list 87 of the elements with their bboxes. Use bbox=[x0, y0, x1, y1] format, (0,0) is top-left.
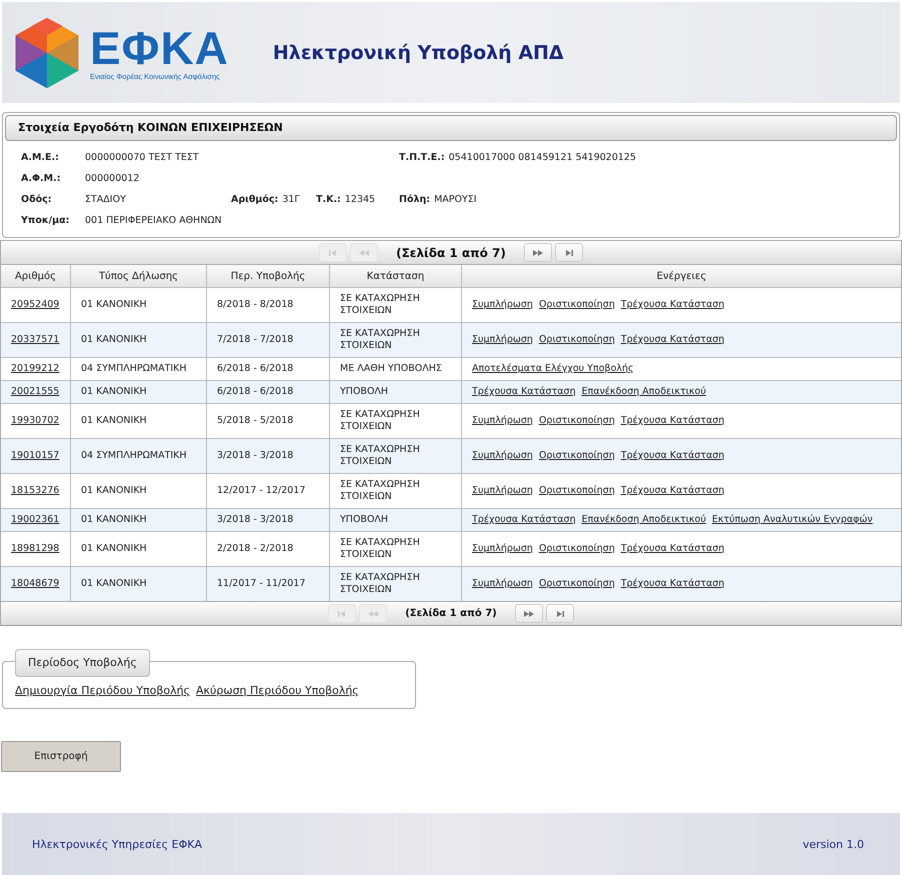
panel-title: Στοιχεία Εργοδότη ΚΟΙΝΩΝ ΕΠΙΧΕΙΡΗΣΕΩΝ bbox=[5, 115, 897, 141]
number-link[interactable]: 19930702 bbox=[11, 415, 60, 426]
pager-button[interactable] bbox=[524, 243, 552, 262]
action-link[interactable]: Εκτύπωση Αναλυτικών Εγγραφών bbox=[712, 514, 873, 525]
field-label: Πόλη: bbox=[399, 194, 430, 205]
period-link[interactable]: Ακύρωση Περιόδου Υποβολής bbox=[196, 684, 359, 697]
action-link[interactable]: Συμπλήρωση bbox=[472, 578, 533, 589]
back-button[interactable]: Επιστροφή bbox=[1, 741, 121, 772]
table-cell: 11/2017 - 11/2017 bbox=[206, 566, 330, 601]
action-link[interactable]: Οριστικοποίηση bbox=[538, 334, 615, 345]
table-cell: ΣΕ ΚΑΤΑΧΩΡΗΣΗ ΣΤΟΙΧΕΙΩΝ bbox=[330, 438, 462, 474]
version-text: version 1.0 bbox=[802, 838, 864, 850]
action-link[interactable]: Τρέχουσα Κατάσταση bbox=[620, 485, 724, 496]
field-label: Υποκ/μα: bbox=[21, 215, 70, 226]
table-cell: ΣΕ ΚΑΤΑΧΩΡΗΣΗ ΣΤΟΙΧΕΙΩΝ bbox=[330, 566, 462, 601]
field-label: Αριθμός: bbox=[231, 194, 278, 205]
number-link[interactable]: 20199212 bbox=[11, 363, 60, 374]
panel-legend: Περίοδος Υποβολής bbox=[15, 649, 150, 677]
field-value: ΣΤΑΔΙΟΥ bbox=[85, 194, 126, 205]
action-link[interactable]: Επανέκδοση Αποδεικτικού bbox=[582, 386, 706, 397]
action-link[interactable]: Οριστικοποίηση bbox=[538, 578, 615, 589]
field-value: 0000000070 ΤΕΣΤ ΤΕΣΤ bbox=[85, 152, 199, 163]
action-link[interactable]: Συμπλήρωση bbox=[472, 543, 533, 554]
action-link[interactable]: Οριστικοποίηση bbox=[538, 485, 615, 496]
action-link[interactable]: Τρέχουσα Κατάσταση bbox=[472, 386, 576, 397]
number-link[interactable]: 18153276 bbox=[11, 485, 60, 496]
column-header: Αριθμός bbox=[1, 265, 70, 288]
table-cell: ΥΠΟΒΟΛΗ bbox=[330, 508, 462, 532]
table-cell: 3/2018 - 3/2018 bbox=[206, 508, 330, 532]
action-link[interactable]: Συμπλήρωση bbox=[472, 450, 533, 461]
table-cell: 01 ΚΑΝΟΝΙΚΗ bbox=[70, 566, 206, 601]
field-label: Τ.Κ.: bbox=[316, 194, 341, 205]
pager-button[interactable] bbox=[514, 604, 543, 623]
pager-button[interactable] bbox=[546, 604, 574, 623]
column-header: Κατάσταση bbox=[330, 265, 462, 288]
field-label: Τ.Π.Τ.Ε.: bbox=[399, 152, 445, 163]
prev-page-icon bbox=[367, 608, 380, 618]
prev-page-icon bbox=[358, 248, 370, 258]
action-link[interactable]: Οριστικοποίηση bbox=[538, 543, 615, 554]
table-cell: 6/2018 - 6/2018 bbox=[206, 380, 330, 404]
field-value: 000000012 bbox=[85, 173, 140, 184]
action-link[interactable]: Τρέχουσα Κατάσταση bbox=[472, 514, 576, 525]
page-indicator: (Σελίδα 1 από 7) bbox=[395, 246, 507, 260]
action-link[interactable]: Τρέχουσα Κατάσταση bbox=[620, 578, 724, 589]
field-label: Οδός: bbox=[21, 194, 53, 205]
field-label: Α.Φ.Μ.: bbox=[21, 173, 62, 184]
table-cell: 7/2018 - 7/2018 bbox=[206, 322, 330, 358]
column-header: Τύπος Δήλωσης bbox=[70, 265, 206, 288]
page-indicator: (Σελίδα 1 από 7) bbox=[404, 608, 498, 619]
table-cell: ΥΠΟΒΟΛΗ bbox=[330, 380, 462, 404]
action-link[interactable]: Επανέκδοση Αποδεικτικού bbox=[582, 514, 706, 525]
next-page-icon bbox=[532, 248, 544, 258]
table-cell: 04 ΣΥΜΠΛΗΡΩΜΑΤΙΚΗ bbox=[70, 438, 206, 474]
action-link[interactable]: Τρέχουσα Κατάσταση bbox=[620, 334, 724, 345]
number-link[interactable]: 20952409 bbox=[11, 299, 60, 310]
field-value: ΜΑΡΟΥΣΙ bbox=[434, 194, 477, 205]
number-link[interactable]: 18981298 bbox=[11, 543, 60, 554]
action-link[interactable]: Συμπλήρωση bbox=[472, 299, 533, 310]
action-link[interactable]: Συμπλήρωση bbox=[472, 415, 533, 426]
action-link[interactable]: Οριστικοποίηση bbox=[538, 299, 615, 310]
pager-button[interactable] bbox=[554, 243, 583, 262]
column-header: Ενέργειες bbox=[462, 265, 901, 288]
field-label: Α.Μ.Ε.: bbox=[21, 152, 60, 163]
table-cell: 01 ΚΑΝΟΝΙΚΗ bbox=[70, 380, 206, 404]
logo-text: ΕΦΚΑ bbox=[90, 24, 229, 72]
action-link[interactable]: Αποτελέσματα Ελέγχου Υποβολής bbox=[472, 363, 634, 374]
table-cell: 01 ΚΑΝΟΝΙΚΗ bbox=[70, 508, 206, 532]
action-link[interactable]: Οριστικοποίηση bbox=[538, 450, 615, 461]
table-cell: 01 ΚΑΝΟΝΙΚΗ bbox=[70, 322, 206, 358]
table-cell: ΣΕ ΚΑΤΑΧΩΡΗΣΗ ΣΤΟΙΧΕΙΩΝ bbox=[330, 322, 462, 358]
column-header: Περ. Υποβολής bbox=[206, 265, 330, 288]
field-value: 12345 bbox=[344, 194, 376, 205]
next-page-icon bbox=[522, 608, 535, 618]
action-link[interactable]: Τρέχουσα Κατάσταση bbox=[620, 450, 724, 461]
table-cell: 3/2018 - 3/2018 bbox=[206, 438, 330, 474]
footer-text: Ηλεκτρονικές Υπηρεσίες ΕΦΚΑ bbox=[32, 838, 202, 850]
field-value: 31Γ bbox=[282, 194, 300, 205]
action-link[interactable]: Τρέχουσα Κατάσταση bbox=[620, 543, 724, 554]
action-link[interactable]: Οριστικοποίηση bbox=[538, 415, 615, 426]
period-link[interactable]: Δημιουργία Περιόδου Υποβολής bbox=[15, 684, 190, 697]
action-link[interactable]: Τρέχουσα Κατάσταση bbox=[620, 299, 724, 310]
action-link[interactable]: Συμπλήρωση bbox=[472, 334, 533, 345]
action-link[interactable]: Συμπλήρωση bbox=[472, 485, 533, 496]
field-value: 05410017000 081459121 5419020125 bbox=[448, 152, 636, 163]
action-link[interactable]: Τρέχουσα Κατάσταση bbox=[620, 415, 724, 426]
field-value: 001 ΠΕΡΙΦΕΡΕΙΑΚΟ ΑΘΗΝΩΝ bbox=[85, 215, 222, 226]
app-title: Ηλεκτρονική Υποβολή ΑΠΔ bbox=[272, 42, 564, 64]
